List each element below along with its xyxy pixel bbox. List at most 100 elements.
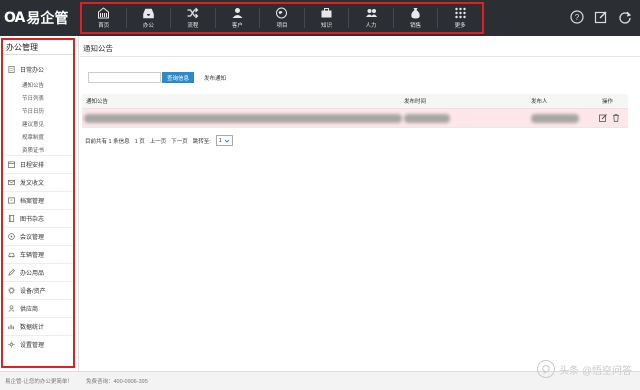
chart-icon — [8, 324, 14, 330]
notice-table: 通知公告 发布时间 发布人 操作 — [82, 94, 628, 128]
sidebar-subitem-regulations[interactable]: 规章制度 — [22, 133, 44, 141]
nav-hr-label: 人力 — [365, 23, 377, 29]
nav-knowledge[interactable]: 知识 — [305, 4, 349, 32]
sidebar-divider — [3, 245, 73, 246]
column-header-publisher: 发布人 — [531, 99, 548, 105]
pager-prev-link[interactable]: 上一页 — [150, 137, 167, 145]
sidebar-item-meetings[interactable]: 会议管理 — [8, 232, 44, 241]
top-navigation: 首页 办公 流程 客户 项目 知识 人力 销售 更多 — [80, 2, 484, 34]
edit-button[interactable] — [592, 8, 610, 26]
nav-customer-label: 客户 — [231, 23, 243, 29]
footer-phone: 免费咨询：400-0906-395 — [86, 379, 148, 385]
sidebar-subitem-holiday-calendar[interactable]: 节日日历 — [22, 107, 44, 115]
sidebar-item-label: 供应商 — [20, 307, 39, 313]
nav-more-label: 更多 — [454, 23, 466, 29]
sidebar-item-label: 数据统计 — [20, 325, 45, 331]
nav-sales[interactable]: 销售 — [394, 4, 438, 32]
help-icon: ? — [570, 10, 584, 24]
nav-office-label: 办公 — [142, 23, 154, 29]
inbox-icon — [143, 8, 154, 19]
calendar-icon — [8, 161, 15, 168]
pager-summary: 目前共有 1 条信息 — [85, 138, 130, 145]
nav-office[interactable]: 办公 — [127, 4, 171, 32]
meeting-icon — [8, 233, 15, 240]
help-button[interactable]: ? — [568, 8, 586, 26]
nav-project[interactable]: 项目 — [260, 4, 304, 32]
column-header-publish-time: 发布时间 — [404, 99, 427, 105]
title-divider — [80, 56, 640, 57]
sidebar-subitem-suggestions[interactable]: 建议意见 — [22, 120, 44, 128]
sidebar-item-assets[interactable]: 设备/资产 — [8, 286, 46, 295]
sidebar-title-divider — [3, 54, 73, 55]
sidebar-item-daily-office[interactable]: 日常办公 — [8, 65, 44, 74]
nav-sales-label: 销售 — [410, 23, 422, 29]
logo-mark: OA — [4, 10, 25, 26]
svg-text:?: ? — [575, 13, 580, 22]
redacted-notice-title — [84, 114, 402, 123]
refresh-button[interactable] — [616, 8, 634, 26]
home-icon — [98, 7, 110, 19]
grid-icon — [454, 7, 466, 19]
redacted-publish-time — [404, 114, 450, 123]
gear-icon — [8, 287, 15, 294]
archive-icon — [8, 197, 15, 204]
watermark-text: 头条 @悟空问答 — [559, 365, 632, 377]
sidebar-item-label: 日程安排 — [20, 163, 45, 169]
envelope-icon — [8, 179, 15, 186]
nav-more[interactable]: 更多 — [438, 4, 482, 32]
users-icon — [365, 9, 377, 17]
sidebar-subitem-holiday-list[interactable]: 节日列表 — [22, 94, 44, 102]
trash-icon[interactable] — [612, 114, 620, 122]
sidebar-item-statistics[interactable]: 数据统计 — [8, 322, 44, 331]
nav-customer[interactable]: 客户 — [216, 4, 260, 32]
sidebar-divider — [3, 209, 73, 210]
redacted-publisher — [531, 114, 579, 123]
sidebar-item-schedule[interactable]: 日程安排 — [8, 160, 44, 169]
sidebar-subitem-notice[interactable]: 通知公告 — [22, 81, 44, 89]
money-bag-icon — [411, 8, 420, 19]
globe-icon — [276, 7, 288, 19]
sidebar-item-vehicles[interactable]: 车辆管理 — [8, 250, 44, 259]
sidebar-item-supplies[interactable]: 办公用品 — [8, 268, 44, 277]
row-actions — [599, 114, 620, 122]
sidebar-item-label: 日常办公 — [20, 68, 45, 74]
sidebar-item-library[interactable]: 图书杂志 — [8, 214, 44, 223]
pager-next-link[interactable]: 下一页 — [171, 137, 188, 145]
briefcase-icon — [321, 8, 332, 18]
nav-home[interactable]: 首页 — [82, 4, 126, 32]
query-button[interactable]: 查询信息 — [162, 72, 194, 83]
footer-slogan: 易企管-让您的办公更简单！ — [5, 379, 73, 385]
nav-hr[interactable]: 人力 — [349, 4, 393, 32]
sidebar-item-documents[interactable]: 发文收文 — [8, 178, 44, 187]
sidebar-item-label: 档案管理 — [20, 199, 45, 205]
sidebar-divider — [3, 227, 73, 228]
sidebar-item-label: 设备/资产 — [20, 289, 46, 295]
column-header-actions: 操作 — [602, 99, 614, 105]
car-icon — [8, 252, 15, 258]
edit-icon — [594, 11, 607, 24]
user-icon — [232, 8, 243, 18]
nav-workflow[interactable]: 流程 — [171, 4, 215, 32]
watermark: 头条 @悟空问答 — [537, 360, 632, 378]
nav-knowledge-label: 知识 — [321, 23, 333, 29]
edit-icon[interactable] — [599, 114, 607, 122]
sidebar-item-label: 设置管理 — [20, 343, 45, 349]
sidebar-divider — [3, 155, 73, 156]
person-icon — [8, 305, 15, 312]
app-logo[interactable]: OA 易企管 — [4, 8, 68, 28]
search-input[interactable] — [88, 72, 161, 83]
sidebar-item-suppliers[interactable]: 供应商 — [8, 304, 38, 313]
table-header: 通知公告 发布时间 发布人 操作 — [82, 94, 628, 109]
page-select[interactable]: 1 — [215, 135, 233, 146]
table-row[interactable] — [82, 109, 628, 128]
sidebar-divider — [3, 281, 73, 282]
sidebar-item-archives[interactable]: 档案管理 — [8, 196, 44, 205]
sidebar-subitem-certificates[interactable]: 资质证书 — [22, 146, 44, 154]
publish-notice-button[interactable]: 发布通知 — [198, 72, 232, 83]
pager-page-count: 1 页 — [134, 138, 145, 145]
sidebar-item-settings[interactable]: 设置管理 — [8, 340, 44, 349]
book-icon — [8, 215, 15, 222]
nav-home-label: 首页 — [98, 23, 110, 29]
nav-workflow-label: 流程 — [187, 23, 199, 29]
shuffle-icon — [187, 7, 199, 19]
